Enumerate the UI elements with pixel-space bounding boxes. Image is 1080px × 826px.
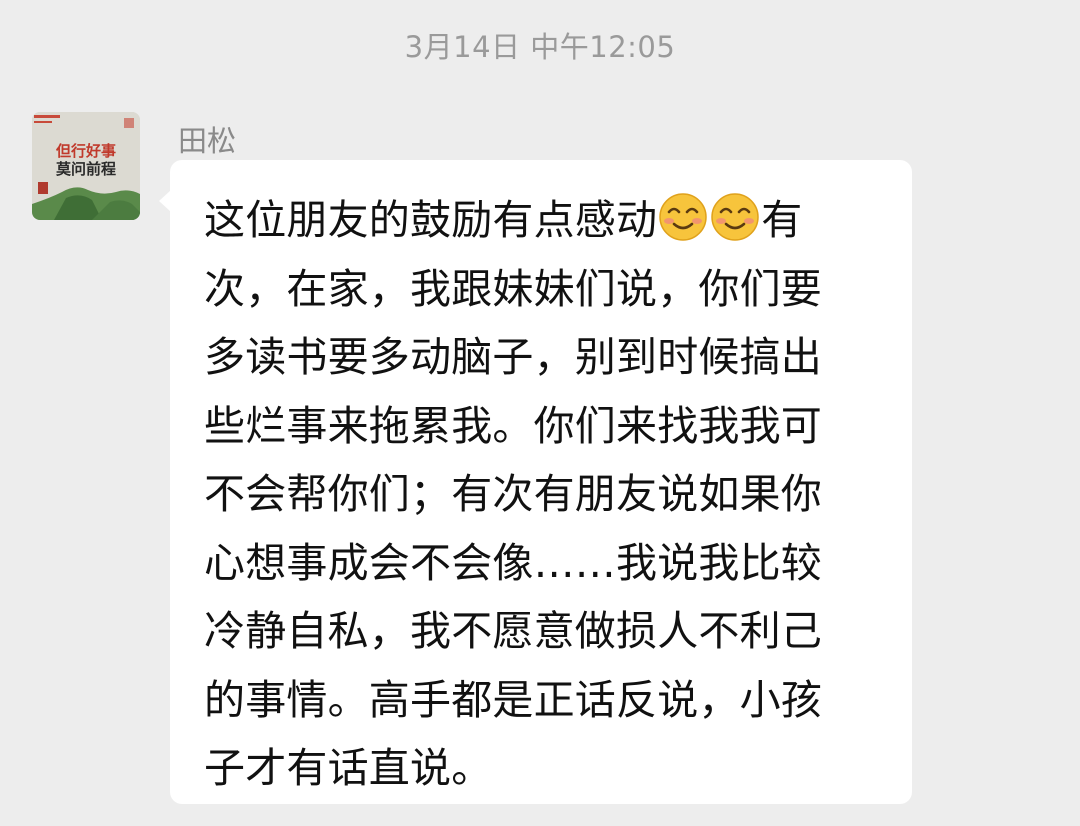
message-line: 次，在家，我跟妹妹们说，你们要 — [204, 264, 822, 313]
message-line: 多读书要多动脑子，别到时候搞出 — [204, 333, 822, 381]
avatar-text-line1: 但行好事 — [55, 142, 116, 160]
message-timestamp: 3月14日 中午12:05 — [404, 30, 676, 64]
avatar-text-line2: 莫问前程 — [56, 160, 116, 178]
message-line: 冷静自私，我不愿意做损人不利己 — [204, 607, 822, 655]
chat-screen: 3月14日 中午12:05 但行好事 莫问前程 田松 这位朋友的鼓励有点感动 有… — [0, 0, 1080, 826]
message-text-first: 这位朋友的鼓励有点感动 — [204, 196, 658, 244]
sender-avatar[interactable]: 但行好事 莫问前程 — [32, 112, 140, 220]
message-line: 这位朋友的鼓励有点感动 有 — [204, 186, 880, 255]
message-line: 些烂事来拖累我。你们来找我我可 — [204, 401, 822, 450]
message-text-first-tail: 有 — [761, 196, 803, 244]
message-line: 心想事成会不会像……我说我比较 — [204, 538, 822, 587]
smiling-face-icon — [711, 193, 759, 241]
message-line: 的事情。高手都是正话反说，小孩 — [204, 675, 822, 724]
message-bubble[interactable]: 这位朋友的鼓励有点感动 有 次，在家，我跟妹妹们说，你们要 多读书要多动脑子，别… — [159, 160, 912, 804]
message-line: 不会帮你们；有次有朋友说如果你 — [204, 470, 822, 518]
avatar-image: 但行好事 莫问前程 — [32, 112, 140, 220]
smiling-face-icon — [659, 193, 707, 241]
message-line: 子才有话直说。 — [204, 744, 493, 792]
sender-name: 田松 — [178, 124, 237, 158]
